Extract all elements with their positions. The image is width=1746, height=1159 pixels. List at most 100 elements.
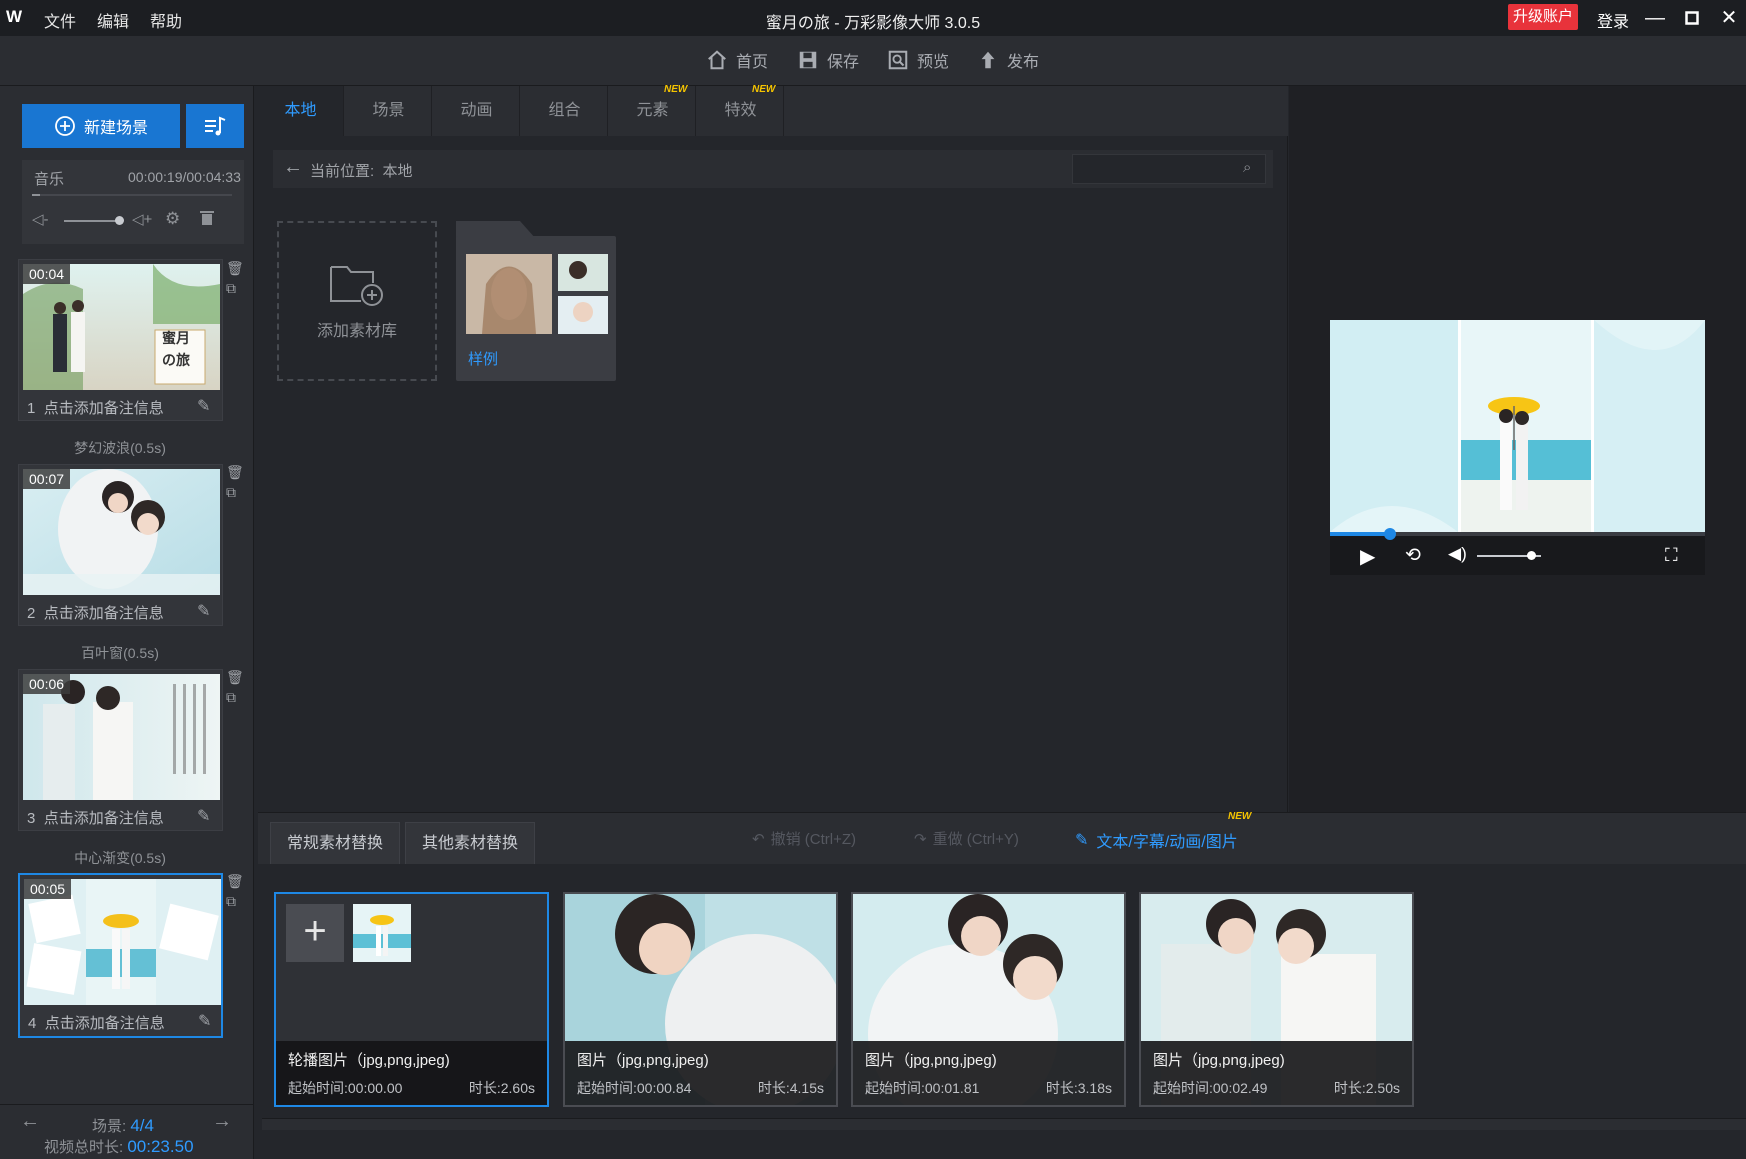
music-time: 00:00:19/00:04:33 bbox=[128, 169, 241, 185]
publish-button[interactable]: 发布 bbox=[977, 46, 1039, 74]
music-volume-slider[interactable] bbox=[64, 216, 125, 225]
volume-up-icon[interactable]: ◁+ bbox=[132, 210, 152, 228]
save-label: 保存 bbox=[827, 54, 860, 71]
copy-icon[interactable]: ⧉ bbox=[226, 891, 244, 911]
scene-note[interactable]: 4 点击添加备注信息 bbox=[28, 1012, 165, 1033]
publish-label: 发布 bbox=[1007, 54, 1040, 71]
music-progress-fill bbox=[32, 194, 40, 196]
preview-volume-slider[interactable] bbox=[1477, 551, 1541, 560]
edit-icon[interactable]: ✎ bbox=[197, 396, 210, 416]
undo-button[interactable]: ↶ 撤销 (Ctrl+Z) bbox=[752, 828, 856, 849]
delete-icon[interactable]: 🗑 bbox=[226, 667, 244, 687]
login-button[interactable]: 登录 bbox=[1597, 8, 1629, 32]
scene-3-actions: 🗑 ⧉ bbox=[226, 667, 244, 707]
library-search-input[interactable] bbox=[1072, 154, 1266, 184]
tab-regular-replace[interactable]: 常规素材替换 bbox=[270, 822, 401, 864]
scene-card-3[interactable]: 00:06 3 点击添加备注信息 ✎ bbox=[18, 669, 223, 831]
back-arrow-icon[interactable]: ← bbox=[283, 156, 303, 179]
close-icon[interactable]: ✕ bbox=[1714, 4, 1744, 32]
music-progress-track[interactable] bbox=[32, 194, 232, 196]
material-scrollbar[interactable] bbox=[262, 1118, 1746, 1130]
prev-scene-icon[interactable]: ← bbox=[20, 1110, 40, 1133]
redo-icon: ↷ bbox=[914, 830, 927, 848]
new-badge: NEW bbox=[752, 84, 776, 95]
save-button[interactable]: 保存 bbox=[797, 46, 859, 74]
tab-local[interactable]: 本地 bbox=[258, 86, 344, 136]
folder-label: 样例 bbox=[468, 351, 499, 368]
delete-icon[interactable]: 🗑 bbox=[226, 462, 244, 482]
trash-icon[interactable] bbox=[200, 210, 214, 230]
scene-duration: 00:05 bbox=[24, 879, 72, 899]
home-button[interactable]: 首页 bbox=[706, 46, 768, 74]
edit-icon[interactable]: ✎ bbox=[197, 601, 210, 621]
save-icon bbox=[799, 51, 817, 69]
upgrade-account-button[interactable]: 升级账户 bbox=[1508, 4, 1578, 30]
tab-scene[interactable]: 场景 bbox=[346, 86, 432, 136]
home-icon bbox=[708, 50, 726, 70]
scene-4-actions: 🗑 ⧉ bbox=[226, 871, 244, 911]
new-badge: NEW bbox=[664, 84, 688, 95]
preview-progress-knob[interactable] bbox=[1384, 528, 1396, 540]
plus-circle-icon bbox=[55, 116, 75, 136]
tab-animation[interactable]: 动画 bbox=[434, 86, 520, 136]
home-label: 首页 bbox=[736, 54, 769, 71]
card-info: 图片（jpg,png,jpeg) 起始时间:00:01.81 时长:3.18s bbox=[853, 1041, 1124, 1105]
replay-icon[interactable]: ⟲ bbox=[1405, 544, 1421, 567]
new-scene-button[interactable]: 新建场景 bbox=[22, 104, 180, 148]
transition-label[interactable]: 中心渐变(0.5s) bbox=[0, 848, 240, 868]
material-card-image[interactable]: 图片（jpg,png,jpeg) 起始时间:00:02.49 时长:2.50s bbox=[1139, 892, 1414, 1107]
search-icon[interactable]: ⌕ bbox=[1243, 159, 1251, 176]
maximize-icon[interactable] bbox=[1677, 4, 1707, 32]
fullscreen-icon[interactable]: ⛶ bbox=[1665, 545, 1678, 566]
copy-icon[interactable]: ⧉ bbox=[226, 482, 244, 502]
material-card-carousel[interactable]: + 轮播图片（jpg,png,jpeg) 起始时间:00:00.00 时长:2.6… bbox=[274, 892, 549, 1107]
library-panel bbox=[255, 86, 1288, 812]
scene-duration: 00:07 bbox=[23, 469, 71, 489]
scene-card-4[interactable]: 00:05 4 点击添加备注信息 ✎ bbox=[18, 873, 223, 1038]
delete-icon[interactable]: 🗑 bbox=[226, 258, 244, 278]
sample-folder[interactable]: 样例 bbox=[456, 236, 616, 381]
preview-button[interactable]: 预览 bbox=[887, 46, 949, 74]
window-title: 蜜月の旅 - 万彩影像大师 3.0.5 bbox=[765, 15, 981, 32]
scene-note[interactable]: 2 点击添加备注信息 bbox=[27, 602, 164, 623]
copy-icon[interactable]: ⧉ bbox=[226, 687, 244, 707]
scene-note[interactable]: 1 点击添加备注信息 bbox=[27, 397, 164, 418]
redo-button[interactable]: ↷ 重做 (Ctrl+Y) bbox=[914, 828, 1019, 849]
preview-progress-track[interactable] bbox=[1330, 528, 1705, 540]
add-image-button[interactable]: + bbox=[286, 904, 344, 962]
undo-icon: ↶ bbox=[752, 830, 765, 848]
volume-icon[interactable]: ◀) bbox=[1448, 544, 1467, 564]
scene-caption-2: の旅 bbox=[162, 352, 190, 368]
preview-icon bbox=[888, 50, 908, 70]
new-badge: NEW bbox=[1228, 811, 1252, 822]
edit-icon[interactable]: ✎ bbox=[197, 806, 210, 826]
scene-card-2[interactable]: 00:07 2 点击添加备注信息 ✎ bbox=[18, 464, 223, 626]
gear-icon[interactable]: ⚙ bbox=[165, 209, 180, 229]
delete-icon[interactable]: 🗑 bbox=[226, 871, 244, 891]
play-icon[interactable]: ▶ bbox=[1360, 544, 1375, 569]
minimize-icon[interactable]: — bbox=[1640, 4, 1670, 32]
transition-label[interactable]: 百叶窗(0.5s) bbox=[0, 643, 240, 663]
pencil-icon: ✎ bbox=[1075, 832, 1089, 849]
tab-combo[interactable]: 组合 bbox=[522, 86, 608, 136]
transition-label[interactable]: 梦幻波浪(0.5s) bbox=[0, 438, 240, 458]
text-subtitle-button[interactable]: ✎ 文本/字幕/动画/图片 bbox=[1075, 828, 1238, 852]
tab-other-replace[interactable]: 其他素材替换 bbox=[405, 822, 536, 864]
volume-down-icon[interactable]: ◁- bbox=[32, 210, 49, 228]
scene-card-1[interactable]: 蜜月 の旅 00:04 1 点击添加备注信息 ✎ bbox=[18, 259, 223, 421]
music-volume-knob[interactable] bbox=[115, 216, 125, 225]
scene-caption-1: 蜜月 bbox=[162, 330, 190, 346]
scene-counter: 场景: 4/4 bbox=[92, 1116, 154, 1135]
copy-icon[interactable]: ⧉ bbox=[226, 278, 244, 298]
scene-note[interactable]: 3 点击添加备注信息 bbox=[27, 807, 164, 828]
new-scene-label: 新建场景 bbox=[83, 120, 148, 137]
edit-icon[interactable]: ✎ bbox=[198, 1011, 211, 1031]
carousel-thumbnail[interactable] bbox=[353, 904, 411, 962]
next-scene-icon[interactable]: → bbox=[212, 1110, 232, 1133]
scene-duration: 00:06 bbox=[23, 674, 71, 694]
card-info: 图片（jpg,png,jpeg) 起始时间:00:00.84 时长:4.15s bbox=[565, 1041, 836, 1105]
material-card-image[interactable]: 图片（jpg,png,jpeg) 起始时间:00:01.81 时长:3.18s bbox=[851, 892, 1126, 1107]
add-library-button[interactable]: 添加素材库 bbox=[277, 221, 437, 381]
music-settings-button[interactable] bbox=[186, 104, 244, 148]
material-card-image[interactable]: 图片（jpg,png,jpeg) 起始时间:00:00.84 时长:4.15s bbox=[563, 892, 838, 1107]
